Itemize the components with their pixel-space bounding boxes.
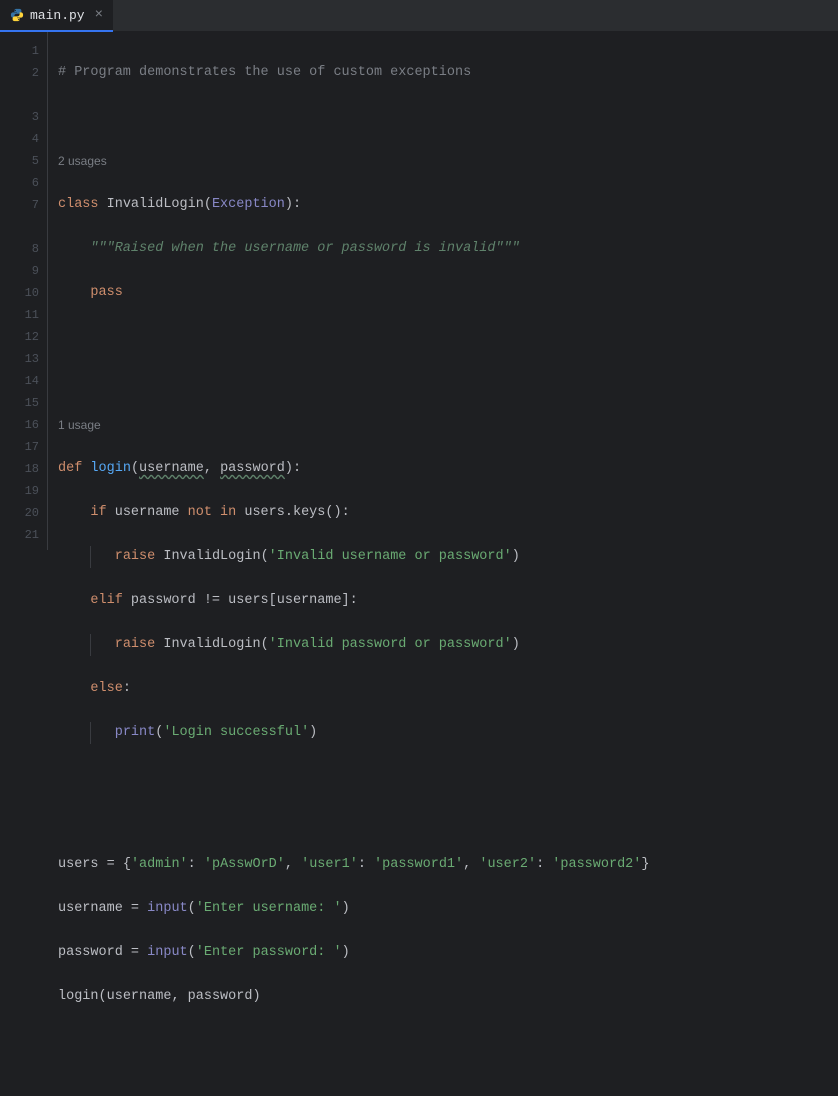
code-line[interactable] xyxy=(58,810,838,832)
function-name: login xyxy=(90,461,131,476)
identifier: username xyxy=(107,989,172,1004)
parameter: password xyxy=(220,461,285,476)
code-line[interactable]: raise InvalidLogin('Invalid password or … xyxy=(58,634,838,656)
string-literal: 'Invalid password or password' xyxy=(269,637,512,652)
expression: password != users[username] xyxy=(131,593,350,608)
string-literal: 'admin' xyxy=(131,857,188,872)
line-number: 9 xyxy=(0,260,39,282)
line-number: 15 xyxy=(0,392,39,414)
line-number: 19 xyxy=(0,480,39,502)
identifier: password xyxy=(58,945,123,960)
string-literal: 'Invalid username or password' xyxy=(269,549,512,564)
code-line[interactable]: login(username, password) xyxy=(58,986,838,1008)
code-line[interactable]: username = input('Enter username: ') xyxy=(58,898,838,920)
line-number: 6 xyxy=(0,172,39,194)
code-line[interactable]: print('Login successful') xyxy=(58,722,838,744)
string-literal: 'pAsswOrD' xyxy=(204,857,285,872)
line-number: 13 xyxy=(0,348,39,370)
string-literal: 'user2' xyxy=(479,857,536,872)
line-number: 10 xyxy=(0,282,39,304)
class-name: InvalidLogin xyxy=(107,197,204,212)
close-icon[interactable]: × xyxy=(95,7,103,23)
line-number: 16 xyxy=(0,414,39,436)
string-literal: 'Enter username: ' xyxy=(196,901,342,916)
code-line[interactable] xyxy=(58,106,838,128)
identifier: users xyxy=(58,857,99,872)
code-line[interactable]: if username not in users.keys(): xyxy=(58,502,838,524)
tab-main-py[interactable]: main.py × xyxy=(0,0,113,32)
code-editor[interactable]: 1 2 3 4 5 6 7 8 9 10 11 12 13 14 15 16 1… xyxy=(0,32,838,550)
line-number: 20 xyxy=(0,502,39,524)
code-line[interactable] xyxy=(58,766,838,788)
python-file-icon xyxy=(10,8,24,22)
parameter: username xyxy=(139,461,204,476)
usages-inlay[interactable]: 2 usages xyxy=(58,150,838,172)
tab-label: main.py xyxy=(30,8,85,23)
class-ref: InvalidLogin xyxy=(163,637,260,652)
line-number: 14 xyxy=(0,370,39,392)
keyword: raise xyxy=(115,637,156,652)
expression: users.keys() xyxy=(244,505,341,520)
docstring: """Raised when the username or password … xyxy=(90,241,519,256)
line-number: 2 xyxy=(0,62,39,84)
line-number: 8 xyxy=(0,238,39,260)
keyword: class xyxy=(58,197,99,212)
comment-text: # Program demonstrates the use of custom… xyxy=(58,65,471,80)
code-line[interactable]: """Raised when the username or password … xyxy=(58,238,838,260)
code-line[interactable] xyxy=(58,326,838,348)
line-number: 1 xyxy=(0,40,39,62)
keyword: raise xyxy=(115,549,156,564)
code-line[interactable]: password = input('Enter password: ') xyxy=(58,942,838,964)
string-literal: 'password1' xyxy=(374,857,463,872)
builtin-func: input xyxy=(147,945,188,960)
function-call: login xyxy=(58,989,99,1004)
string-literal: 'Enter password: ' xyxy=(196,945,342,960)
code-line[interactable]: users = {'admin': 'pAsswOrD', 'user1': '… xyxy=(58,854,838,876)
code-line[interactable] xyxy=(58,1030,838,1052)
keyword: not in xyxy=(188,505,237,520)
usages-inlay[interactable]: 1 usage xyxy=(58,414,838,436)
keyword: def xyxy=(58,461,82,476)
code-line[interactable]: # Program demonstrates the use of custom… xyxy=(58,62,838,84)
string-literal: 'Login successful' xyxy=(163,725,309,740)
identifier: username xyxy=(115,505,180,520)
tab-bar: main.py × xyxy=(0,0,838,32)
line-number-gutter: 1 2 3 4 5 6 7 8 9 10 11 12 13 14 15 16 1… xyxy=(0,32,48,550)
line-number: 4 xyxy=(0,128,39,150)
line-number: 18 xyxy=(0,458,39,480)
line-number: 5 xyxy=(0,150,39,172)
code-line[interactable] xyxy=(58,370,838,392)
code-line[interactable]: pass xyxy=(58,282,838,304)
keyword: if xyxy=(90,505,106,520)
code-line[interactable]: def login(username, password): xyxy=(58,458,838,480)
builtin-func: input xyxy=(147,901,188,916)
code-line[interactable]: class InvalidLogin(Exception): xyxy=(58,194,838,216)
line-number: 17 xyxy=(0,436,39,458)
keyword: else xyxy=(90,681,122,696)
line-number: 12 xyxy=(0,326,39,348)
line-number: 7 xyxy=(0,194,39,216)
identifier: password xyxy=(188,989,253,1004)
string-literal: 'user1' xyxy=(301,857,358,872)
identifier: username xyxy=(58,901,123,916)
builtin-func: print xyxy=(115,725,156,740)
line-number xyxy=(0,216,39,238)
line-number: 21 xyxy=(0,524,39,546)
code-line[interactable]: elif password != users[username]: xyxy=(58,590,838,612)
string-literal: 'password2' xyxy=(552,857,641,872)
line-number: 3 xyxy=(0,106,39,128)
line-number: 11 xyxy=(0,304,39,326)
keyword: elif xyxy=(90,593,122,608)
base-class: Exception xyxy=(212,197,285,212)
line-number xyxy=(0,84,39,106)
code-line[interactable]: else: xyxy=(58,678,838,700)
code-line[interactable]: raise InvalidLogin('Invalid username or … xyxy=(58,546,838,568)
code-area[interactable]: # Program demonstrates the use of custom… xyxy=(48,32,838,550)
keyword: pass xyxy=(90,285,122,300)
class-ref: InvalidLogin xyxy=(163,549,260,564)
